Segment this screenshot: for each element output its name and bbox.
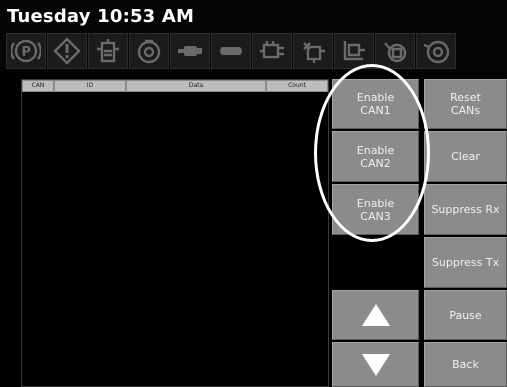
pause-button[interactable]: Pause <box>424 290 507 340</box>
can-message-log[interactable]: CAN ID Data Count <box>21 79 329 387</box>
transmission-icon <box>170 33 210 69</box>
enable-can2-label: Enable CAN2 <box>356 143 395 170</box>
suppress-tx-label: Suppress Tx <box>431 256 500 269</box>
column-data: Data <box>127 81 265 91</box>
arrow-down-icon <box>361 353 390 376</box>
warning-icon <box>47 33 87 69</box>
engine-check-icon <box>211 33 251 69</box>
reset-cans-button[interactable]: Reset CANs <box>424 79 507 129</box>
suppress-rx-button[interactable]: Suppress Rx <box>424 184 507 235</box>
status-header: Tuesday 10:53 AM P <box>0 0 507 72</box>
suppress-rx-label: Suppress Rx <box>431 203 500 216</box>
intake-heater-icon <box>252 33 292 69</box>
enable-can1-button[interactable]: Enable CAN1 <box>332 79 419 129</box>
coolant-level-icon <box>88 33 128 69</box>
glow-plug-icon <box>293 33 333 69</box>
back-label: Back <box>452 358 479 371</box>
enable-can2-button[interactable]: Enable CAN2 <box>332 131 419 182</box>
enable-can3-label: Enable CAN3 <box>356 196 395 223</box>
scroll-down-button[interactable] <box>332 342 419 387</box>
scroll-up-button[interactable] <box>332 290 419 340</box>
oil-pressure-icon <box>129 33 169 69</box>
arrow-up-icon <box>361 304 390 326</box>
log-header: CAN ID Data Count <box>22 80 328 92</box>
reset-cans-label: Reset CANs <box>450 91 481 117</box>
dpf-icon <box>334 33 374 69</box>
enable-can3-button[interactable]: Enable CAN3 <box>332 184 419 235</box>
hydraulic-icon <box>375 33 415 69</box>
fuel-icon <box>416 33 456 69</box>
column-count: Count <box>267 81 327 91</box>
suppress-tx-button[interactable]: Suppress Tx <box>424 237 507 288</box>
date-time: Tuesday 10:53 AM <box>7 6 195 27</box>
column-id: ID <box>55 81 125 91</box>
clear-button[interactable]: Clear <box>424 131 507 182</box>
svg-text:P: P <box>22 45 32 60</box>
pause-label: Pause <box>449 308 482 322</box>
indicator-bar: P <box>6 33 507 71</box>
enable-can1-label: Enable CAN1 <box>356 91 395 117</box>
column-can: CAN <box>23 81 53 91</box>
clear-label: Clear <box>451 150 480 163</box>
parking-brake-icon: P <box>6 33 46 69</box>
back-button[interactable]: Back <box>424 342 507 387</box>
